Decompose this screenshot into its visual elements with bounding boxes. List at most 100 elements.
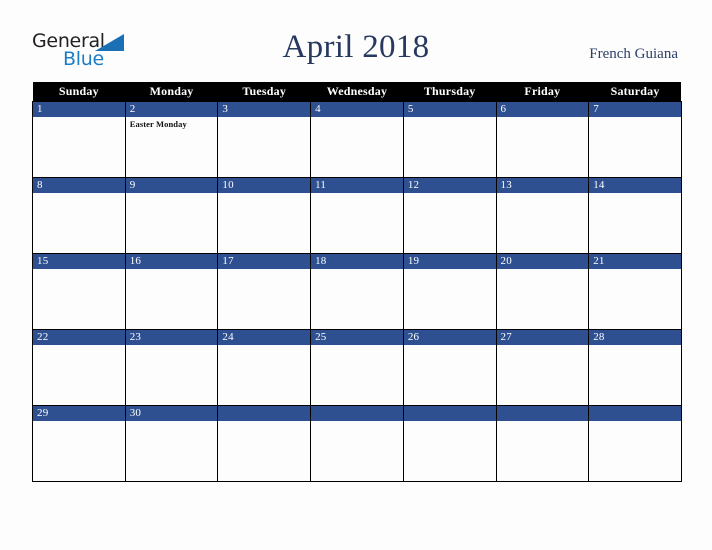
day-events [497,421,589,423]
day-events [404,421,496,423]
day-cell-inner: 17 [218,254,311,329]
day-number: 26 [403,330,496,345]
calendar-day-cell[interactable]: 19 [402,253,497,330]
calendar-day-cell[interactable]: 20 [495,253,590,330]
calendar-day-cell[interactable]: 2 Easter Monday [124,101,219,178]
day-number: 28 [589,330,681,345]
day-number: 6 [496,102,589,117]
calendar-grid: Sunday Monday Tuesday Wednesday Thursday… [32,82,682,482]
calendar-day-cell[interactable]: 17 [217,253,312,330]
day-cell-inner: 16 [125,254,218,329]
day-number: 27 [496,330,589,345]
day-cell-inner: 23 [125,330,218,405]
day-number: 1 [33,102,125,117]
day-events [126,421,218,423]
weekday-header-saturday: Saturday [588,82,682,102]
calendar-day-cell[interactable]: 15 [32,253,126,330]
day-events [497,269,589,271]
weekday-header-tuesday: Tuesday [217,82,311,102]
day-cell-inner: 24 [218,330,311,405]
day-number: 21 [589,254,681,269]
day-number [403,406,496,421]
day-number: 14 [589,178,681,193]
calendar-day-cell[interactable]: 22 [32,329,126,406]
day-cell-inner: 30 [125,406,218,481]
calendar-weekday-header-row: Sunday Monday Tuesday Wednesday Thursday… [32,82,682,102]
calendar-day-cell[interactable]: 6 [495,101,590,178]
day-cell-inner [311,406,403,481]
day-events [589,421,681,423]
calendar-day-cell[interactable]: 1 [32,101,126,178]
day-number: 30 [125,406,218,421]
day-events [218,193,310,195]
calendar-day-cell[interactable]: 3 [217,101,312,178]
day-number [589,406,681,421]
day-events [589,193,681,195]
calendar-day-cell[interactable]: 27 [495,329,590,406]
day-cell-inner: 26 [403,330,496,405]
calendar-day-cell[interactable]: 25 [310,329,404,406]
calendar-day-cell[interactable]: 10 [217,177,312,254]
calendar-day-cell[interactable]: 14 [588,177,682,254]
calendar-day-cell[interactable]: 28 [588,329,682,406]
calendar-day-cell[interactable]: 29 [32,405,126,482]
day-number [496,406,589,421]
day-number: 7 [589,102,681,117]
day-events: Easter Monday [126,117,218,130]
calendar-day-cell[interactable]: 4 [310,101,404,178]
calendar-day-cell[interactable] [310,405,404,482]
day-number: 20 [496,254,589,269]
day-number: 2 [125,102,218,117]
calendar-day-cell[interactable] [217,405,312,482]
day-number: 10 [218,178,311,193]
calendar-day-cell[interactable]: 16 [124,253,219,330]
calendar-day-cell[interactable]: 7 [588,101,682,178]
calendar-day-cell[interactable]: 24 [217,329,312,406]
day-cell-inner [496,406,589,481]
calendar-day-cell[interactable]: 13 [495,177,590,254]
day-cell-inner: 13 [496,178,589,253]
calendar-day-cell[interactable]: 26 [402,329,497,406]
day-number: 17 [218,254,311,269]
day-cell-inner: 8 [33,178,125,253]
weekday-header-thursday: Thursday [403,82,497,102]
calendar-day-cell[interactable]: 18 [310,253,404,330]
day-events [404,345,496,347]
calendar-day-cell[interactable]: 23 [124,329,219,406]
day-events [126,269,218,271]
calendar-day-cell[interactable]: 30 [124,405,219,482]
day-cell-inner: 4 [311,102,403,177]
calendar-week-row: 22 23 24 25 26 27 28 [32,329,682,406]
calendar-day-cell[interactable]: 11 [310,177,404,254]
day-events [589,117,681,119]
calendar-day-cell[interactable]: 5 [402,101,497,178]
weekday-header-friday: Friday [496,82,589,102]
day-events [589,269,681,271]
day-events [311,117,403,119]
calendar-day-cell[interactable]: 21 [588,253,682,330]
day-events [126,345,218,347]
day-cell-inner: 28 [589,330,681,405]
day-cell-inner: 25 [311,330,403,405]
day-cell-inner: 1 [33,102,125,177]
day-number: 13 [496,178,589,193]
weekday-header-monday: Monday [125,82,218,102]
day-number [311,406,403,421]
day-events [311,421,403,423]
calendar-day-cell[interactable] [402,405,497,482]
calendar-day-cell[interactable]: 8 [32,177,126,254]
calendar-day-cell[interactable]: 9 [124,177,219,254]
day-number: 4 [311,102,403,117]
day-cell-inner: 21 [589,254,681,329]
day-events [311,269,403,271]
day-cell-inner: 22 [33,330,125,405]
calendar-week-row: 8 9 10 11 12 13 14 [32,177,682,254]
day-cell-inner: 14 [589,178,681,253]
day-cell-inner: 20 [496,254,589,329]
day-number [218,406,311,421]
day-events [126,193,218,195]
calendar-day-cell[interactable] [588,405,682,482]
calendar-day-cell[interactable]: 12 [402,177,497,254]
day-events [33,421,125,423]
calendar-day-cell[interactable] [495,405,590,482]
